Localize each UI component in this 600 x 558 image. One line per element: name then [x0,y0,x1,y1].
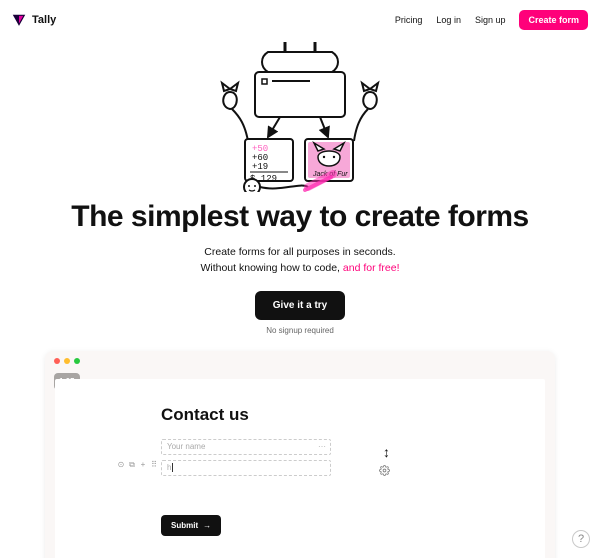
brand[interactable]: Tally [12,13,56,27]
block-copy-icon[interactable]: ⧉ [128,461,136,469]
demo-section: 1.05 Contact us Your name ⋯ ⊙ ⧉ + ⠿ [0,335,600,558]
no-signup-note: No signup required [0,326,600,335]
traffic-light-minimize-icon[interactable] [64,358,70,364]
traffic-light-zoom-icon[interactable] [74,358,80,364]
hero-sub-line1: Create forms for all purposes in seconds… [204,246,395,258]
field-typing-row: ⊙ ⧉ + ⠿ h [161,460,545,476]
typing-input[interactable]: h [161,460,331,476]
question-icon: ? [578,533,584,545]
nav-signup[interactable]: Sign up [475,15,506,25]
brand-name: Tally [32,14,56,26]
typing-text: h [167,463,171,472]
form-title[interactable]: Contact us [161,405,545,425]
hero-sub-line2-em: and for free! [343,262,400,274]
block-toolbar: ⊙ ⧉ + ⠿ [117,461,158,469]
tally-logo-icon [12,13,26,27]
block-add-icon[interactable]: + [139,461,147,469]
window-titlebar [45,351,555,371]
hero-illustration: +50 +60 +19 $ 129 Jack of Fur [200,37,400,192]
nav-login[interactable]: Log in [436,15,461,25]
top-nav: Pricing Log in Sign up Create form [395,10,588,30]
submit-label: Submit [171,521,198,530]
try-button[interactable]: Give it a try [255,291,345,320]
hero-sub-line2-pre: Without knowing how to code, [200,262,342,274]
nav-pricing[interactable]: Pricing [395,15,423,25]
form-canvas[interactable]: Contact us Your name ⋯ ⊙ ⧉ + ⠿ h [55,379,545,558]
create-form-button[interactable]: Create form [519,10,588,30]
submit-button[interactable]: Submit → [161,515,221,536]
svg-text:+19: +19 [252,162,268,172]
field-name-row: Your name ⋯ [161,439,545,455]
help-button[interactable]: ? [572,530,590,548]
arrow-right-icon: → [203,521,211,530]
block-drag-icon[interactable]: ⠿ [150,461,158,469]
hero-subtitle: Create forms for all purposes in seconds… [0,244,600,277]
block-options-icon[interactable]: ⊙ [117,461,125,469]
name-placeholder: Your name [167,442,205,451]
field-options-icon[interactable]: ⋯ [318,442,326,451]
traffic-light-close-icon[interactable] [54,358,60,364]
hero-title: The simplest way to create forms [0,200,600,234]
site-header: Tally Pricing Log in Sign up Create form [0,0,600,32]
demo-browser-window: 1.05 Contact us Your name ⋯ ⊙ ⧉ + ⠿ [45,351,555,558]
name-input[interactable]: Your name ⋯ [161,439,331,455]
hero: +50 +60 +19 $ 129 Jack of Fur The simple… [0,37,600,335]
text-caret-icon [172,463,173,472]
